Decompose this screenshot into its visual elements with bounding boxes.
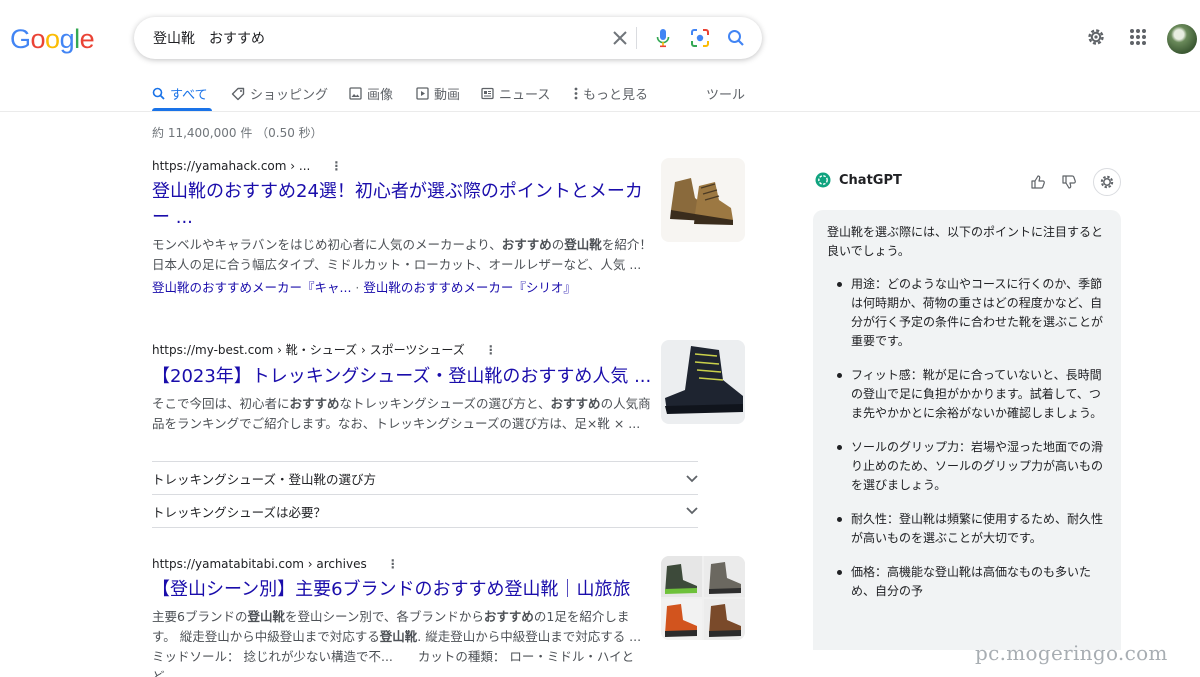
logo-letter: G — [10, 24, 31, 54]
result-thumbnail[interactable] — [661, 556, 745, 640]
sitelink-separator: · — [351, 280, 364, 295]
result-url[interactable]: https://yamatabitabi.com › archives — [152, 557, 367, 571]
search-icon — [152, 87, 165, 100]
clear-icon[interactable] — [608, 26, 632, 50]
tab-all[interactable]: すべて — [152, 84, 208, 103]
tab-label: もっと見る — [583, 88, 649, 103]
chatgpt-point: 耐久性：登山靴は頻繁に使用するため、耐久性が高いものを選ぶことが大切です。 — [837, 510, 1107, 548]
tab-label: 動画 — [434, 88, 461, 103]
more-options-icon[interactable]: ⋮ — [330, 159, 342, 173]
sitelink[interactable]: 登山靴のおすすめメーカー『キャ... — [152, 280, 351, 295]
chevron-down-icon — [686, 507, 698, 515]
camera-lens-icon[interactable] — [688, 26, 712, 50]
chatgpt-intro: 登山靴を選ぶ際には、以下のポイントに注目すると良いでしょう。 — [827, 225, 1104, 258]
tag-icon — [231, 87, 245, 100]
search-divider — [636, 27, 637, 49]
related-question[interactable]: トレッキングシューズは必要？ — [152, 494, 698, 528]
logo-letter: g — [59, 24, 75, 54]
settings-gear-icon[interactable] — [1085, 26, 1107, 48]
news-icon — [481, 87, 494, 100]
result-title[interactable]: 【2023年】トレッキングシューズ・登山靴のおすすめ人気 ... — [152, 364, 652, 390]
result-url[interactable]: https://my-best.com › 靴・シューズ › スポーツシューズ — [152, 341, 465, 358]
result-extra-line: ミッドソール： 捻じれが少ない構造で不... カットの種類： ロー・ミドル・ハイ… — [152, 649, 635, 677]
tab-shopping[interactable]: ショッピング — [231, 84, 328, 103]
more-vert-icon — [574, 87, 578, 100]
result-sitelinks: 登山靴のおすすめメーカー『キャ... · 登山靴のおすすめメーカー『シリオ』 — [152, 277, 652, 296]
more-options-icon[interactable]: ⋮ — [387, 557, 399, 571]
apps-grid-icon[interactable] — [1127, 26, 1149, 48]
chevron-down-icon — [686, 474, 698, 482]
tab-label: ショッピング — [250, 88, 329, 103]
chatgpt-point: 用途：どのような山やコースに行くのか、季節は何時期か、荷物の重さはどの程度かなど… — [837, 275, 1107, 351]
sitelink[interactable]: 登山靴のおすすめメーカー『シリオ』 — [363, 280, 576, 295]
chatgpt-point: ソールのグリップ力：岩場や湿った地面での滑り止めのため、ソールのグリップ力が高い… — [837, 438, 1107, 495]
chatgpt-point: 価格：高機能な登山靴は高価なものも多いため、自分の予 — [837, 563, 1107, 601]
chatgpt-logo-icon — [815, 172, 831, 188]
result-title[interactable]: 登山靴のおすすめ24選！初心者が選ぶ際のポイントとメーカー ... — [152, 179, 652, 231]
logo-letter: o — [45, 24, 60, 54]
question-text: トレッキングシューズ・登山靴の選び方 — [152, 472, 377, 487]
search-result: https://my-best.com › 靴・シューズ › スポーツシューズ … — [152, 341, 652, 434]
chatgpt-points: 用途：どのような山やコースに行くのか、季節は何時期か、荷物の重さはどの程度かなど… — [827, 275, 1107, 601]
result-cite[interactable]: https://my-best.com › 靴・シューズ › スポーツシューズ … — [152, 341, 652, 358]
result-cite[interactable]: https://yamatabitabi.com › archives ⋮ — [152, 557, 652, 571]
more-options-icon[interactable]: ⋮ — [485, 343, 497, 357]
result-url[interactable]: https://yamahack.com › ... — [152, 159, 310, 173]
result-stats: 約 11,400,000 件 （0.50 秒） — [152, 126, 323, 140]
tab-news[interactable]: ニュース — [481, 84, 550, 103]
search-icon[interactable] — [724, 26, 748, 50]
tab-more[interactable]: もっと見る — [574, 84, 648, 103]
site-watermark: pc.mogeringo.com — [975, 641, 1168, 665]
chatgpt-header: ChatGPT — [815, 172, 902, 188]
search-result: https://yamahack.com › ... ⋮ 登山靴のおすすめ24選… — [152, 159, 652, 296]
search-box[interactable]: 登山靴 おすすめ — [134, 17, 762, 59]
result-thumbnail[interactable] — [661, 158, 745, 242]
result-snippet: モンベルやキャラバンをはじめ初心者に人気のメーカーより、おすすめの登山靴を紹介！… — [152, 237, 652, 272]
microphone-icon[interactable] — [651, 26, 675, 50]
play-icon — [416, 87, 429, 100]
chatgpt-point: フィット感：靴が足に合っていないと、長時間の登山で足に負担がかかります。試着して… — [837, 366, 1107, 423]
result-cite[interactable]: https://yamahack.com › ... ⋮ — [152, 159, 652, 173]
result-snippet: そこで今回は、初心者におすすめなトレッキングシューズの選び方と、おすすめの人気商… — [152, 396, 651, 431]
header-divider — [0, 111, 1200, 112]
tab-videos[interactable]: 動画 — [416, 84, 460, 103]
question-text: トレッキングシューズは必要？ — [152, 504, 327, 520]
tab-label: 画像 — [367, 88, 394, 103]
search-input[interactable]: 登山靴 おすすめ — [153, 28, 265, 48]
image-icon — [349, 87, 362, 100]
chatgpt-answer-panel: 登山靴を選ぶ際には、以下のポイントに注目すると良いでしょう。 用途：どのような山… — [813, 210, 1121, 650]
logo-letter: e — [79, 24, 95, 54]
avatar[interactable] — [1167, 24, 1197, 54]
tab-label: ニュース — [499, 88, 551, 103]
logo-letter: o — [30, 24, 46, 54]
search-result: https://yamatabitabi.com › archives ⋮ 【登… — [152, 557, 652, 677]
tools-button[interactable]: ツール — [706, 84, 745, 103]
thumbs-down-icon[interactable] — [1055, 168, 1083, 196]
result-thumbnail[interactable] — [661, 340, 745, 424]
chatgpt-title: ChatGPT — [839, 172, 902, 188]
google-logo[interactable]: Google — [10, 24, 95, 55]
result-snippet: 主要6ブランドの登山靴を登山シーン別で、各ブランドからおすすめの1足を紹介します… — [152, 609, 642, 644]
related-question[interactable]: トレッキングシューズ・登山靴の選び方 — [152, 461, 698, 495]
result-title[interactable]: 【登山シーン別】主要6ブランドのおすすめ登山靴｜山旅旅 — [152, 577, 652, 603]
thumbs-up-icon[interactable] — [1024, 168, 1052, 196]
tab-label: すべて — [170, 88, 208, 103]
tab-images[interactable]: 画像 — [349, 84, 393, 103]
chatgpt-settings-icon[interactable] — [1093, 168, 1121, 196]
